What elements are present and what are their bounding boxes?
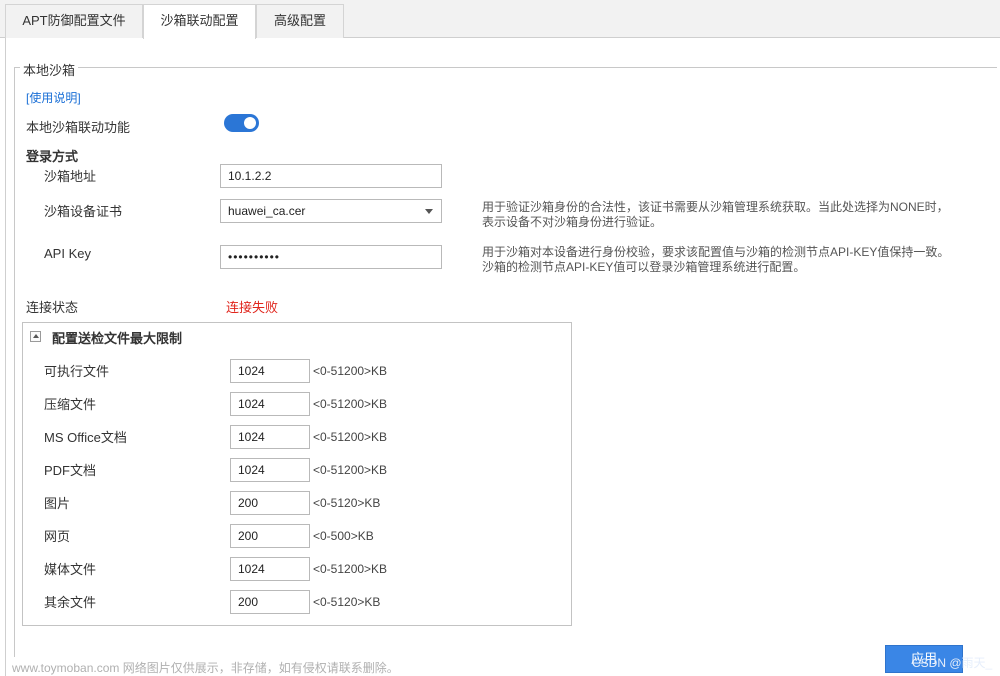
api-key-input[interactable]: •••••••••• [220, 245, 442, 269]
limit-range-office: <0-51200>KB [313, 430, 388, 444]
limit-label-executable: 可执行文件 [44, 364, 110, 379]
sandbox-address-input[interactable]: 10.1.2.2 [220, 164, 442, 188]
sandbox-cert-select[interactable]: huawei_ca.cer [220, 199, 442, 223]
tab-apt-profile[interactable]: APT防御配置文件 [5, 4, 143, 38]
fieldset-border-left [14, 67, 15, 657]
limit-label-other: 其余文件 [44, 595, 97, 610]
watermark-author: CSDN @雨天_ [912, 656, 993, 670]
tab-advanced[interactable]: 高级配置 [256, 4, 344, 38]
fieldset-border-top [14, 67, 997, 68]
limit-input-other[interactable]: 200 [230, 590, 310, 614]
limit-input-pdf[interactable]: 1024 [230, 458, 310, 482]
limit-label-media: 媒体文件 [44, 562, 97, 577]
linkage-label: 本地沙箱联动功能 [26, 120, 131, 135]
collapse-toggle-icon[interactable] [30, 331, 41, 342]
linkage-toggle[interactable] [224, 114, 259, 132]
limit-range-executable: <0-51200>KB [313, 364, 388, 378]
usage-instructions-link[interactable]: [使用说明] [26, 89, 81, 106]
file-limits-title: 配置送检文件最大限制 [52, 331, 183, 346]
limit-input-image[interactable]: 200 [230, 491, 310, 515]
sandbox-address-label: 沙箱地址 [44, 169, 97, 184]
limit-range-other: <0-5120>KB [313, 595, 381, 609]
sandbox-cert-value: huawei_ca.cer [228, 204, 306, 218]
sandbox-cert-label: 沙箱设备证书 [44, 204, 123, 219]
toggle-knob [244, 117, 256, 129]
limit-range-media: <0-51200>KB [313, 562, 388, 576]
limit-input-office[interactable]: 1024 [230, 425, 310, 449]
limit-input-media[interactable]: 1024 [230, 557, 310, 581]
limit-label-pdf: PDF文档 [44, 463, 97, 478]
fieldset-legend: 本地沙箱 [20, 60, 79, 79]
login-method-title: 登录方式 [26, 149, 79, 164]
limit-label-archive: 压缩文件 [44, 397, 97, 412]
connection-status-value: 连接失败 [226, 300, 279, 315]
limit-range-pdf: <0-51200>KB [313, 463, 388, 477]
limit-range-image: <0-5120>KB [313, 496, 381, 510]
api-key-hint: 用于沙箱对本设备进行身份校验，要求该配置值与沙箱的检测节点API-KEY值保持一… [482, 245, 950, 274]
limit-input-archive[interactable]: 1024 [230, 392, 310, 416]
limit-label-webpage: 网页 [44, 529, 71, 544]
limit-label-image: 图片 [44, 496, 71, 511]
limit-range-webpage: <0-500>KB [313, 529, 374, 543]
api-key-label: API Key [44, 246, 91, 261]
limit-label-office: MS Office文档 [44, 430, 127, 445]
limit-range-archive: <0-51200>KB [313, 397, 388, 411]
tab-sandbox-linkage[interactable]: 沙箱联动配置 [143, 4, 256, 39]
content-left-border [5, 38, 6, 676]
limit-input-webpage[interactable]: 200 [230, 524, 310, 548]
chevron-down-icon [425, 209, 433, 214]
watermark-text: www.toymoban.com 网络图片仅供展示，非存储，如有侵权请联系删除。 [12, 661, 399, 675]
limit-input-executable[interactable]: 1024 [230, 359, 310, 383]
cert-hint: 用于验证沙箱身份的合法性，该证书需要从沙箱管理系统获取。当此处选择为NONE时，… [482, 200, 949, 229]
connection-status-label: 连接状态 [26, 300, 79, 315]
